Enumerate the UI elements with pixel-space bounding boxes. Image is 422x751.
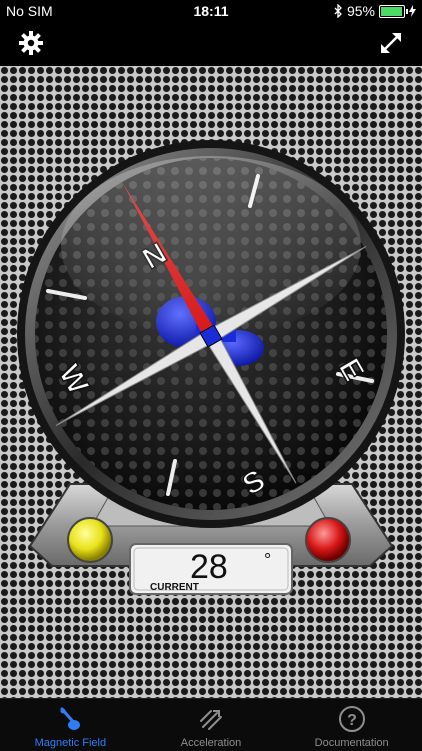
compass-stage: N E S W 28 ° CURRENT [0, 66, 422, 698]
left-indicator-light [67, 517, 113, 563]
help-icon: ? [338, 706, 365, 732]
battery-icon [379, 4, 408, 18]
bluetooth-icon [334, 4, 342, 18]
acceleration-icon [200, 710, 222, 730]
svg-text:?: ? [347, 712, 357, 729]
top-toolbar [0, 22, 422, 66]
tab-documentation[interactable]: ? Documentation [281, 699, 422, 751]
reading-label: CURRENT [150, 582, 199, 593]
compass-graphic: N E S W 28 ° CURRENT [17, 140, 405, 595]
reading-unit: ° [264, 550, 271, 570]
tab-label: Acceleration [180, 737, 242, 749]
charging-icon [409, 5, 416, 17]
tab-magnetic-field[interactable]: Magnetic Field [0, 699, 141, 751]
expand-icon[interactable] [378, 30, 404, 56]
status-right: 95% [334, 3, 416, 19]
magnet-icon [60, 707, 81, 730]
status-bar: No SIM 18:11 95% [0, 0, 422, 22]
reading-value: 28 [190, 548, 228, 586]
tab-acceleration[interactable]: Acceleration [141, 699, 282, 751]
tab-label: Documentation [314, 737, 389, 749]
tab-label: Magnetic Field [34, 737, 107, 749]
right-indicator-light [305, 517, 351, 563]
tab-bar: Magnetic Field Acceleration ? Documentat… [0, 698, 422, 751]
gear-icon[interactable] [18, 30, 44, 56]
readout-plate: 28 ° CURRENT [129, 543, 293, 595]
battery-percent: 95% [346, 3, 375, 19]
